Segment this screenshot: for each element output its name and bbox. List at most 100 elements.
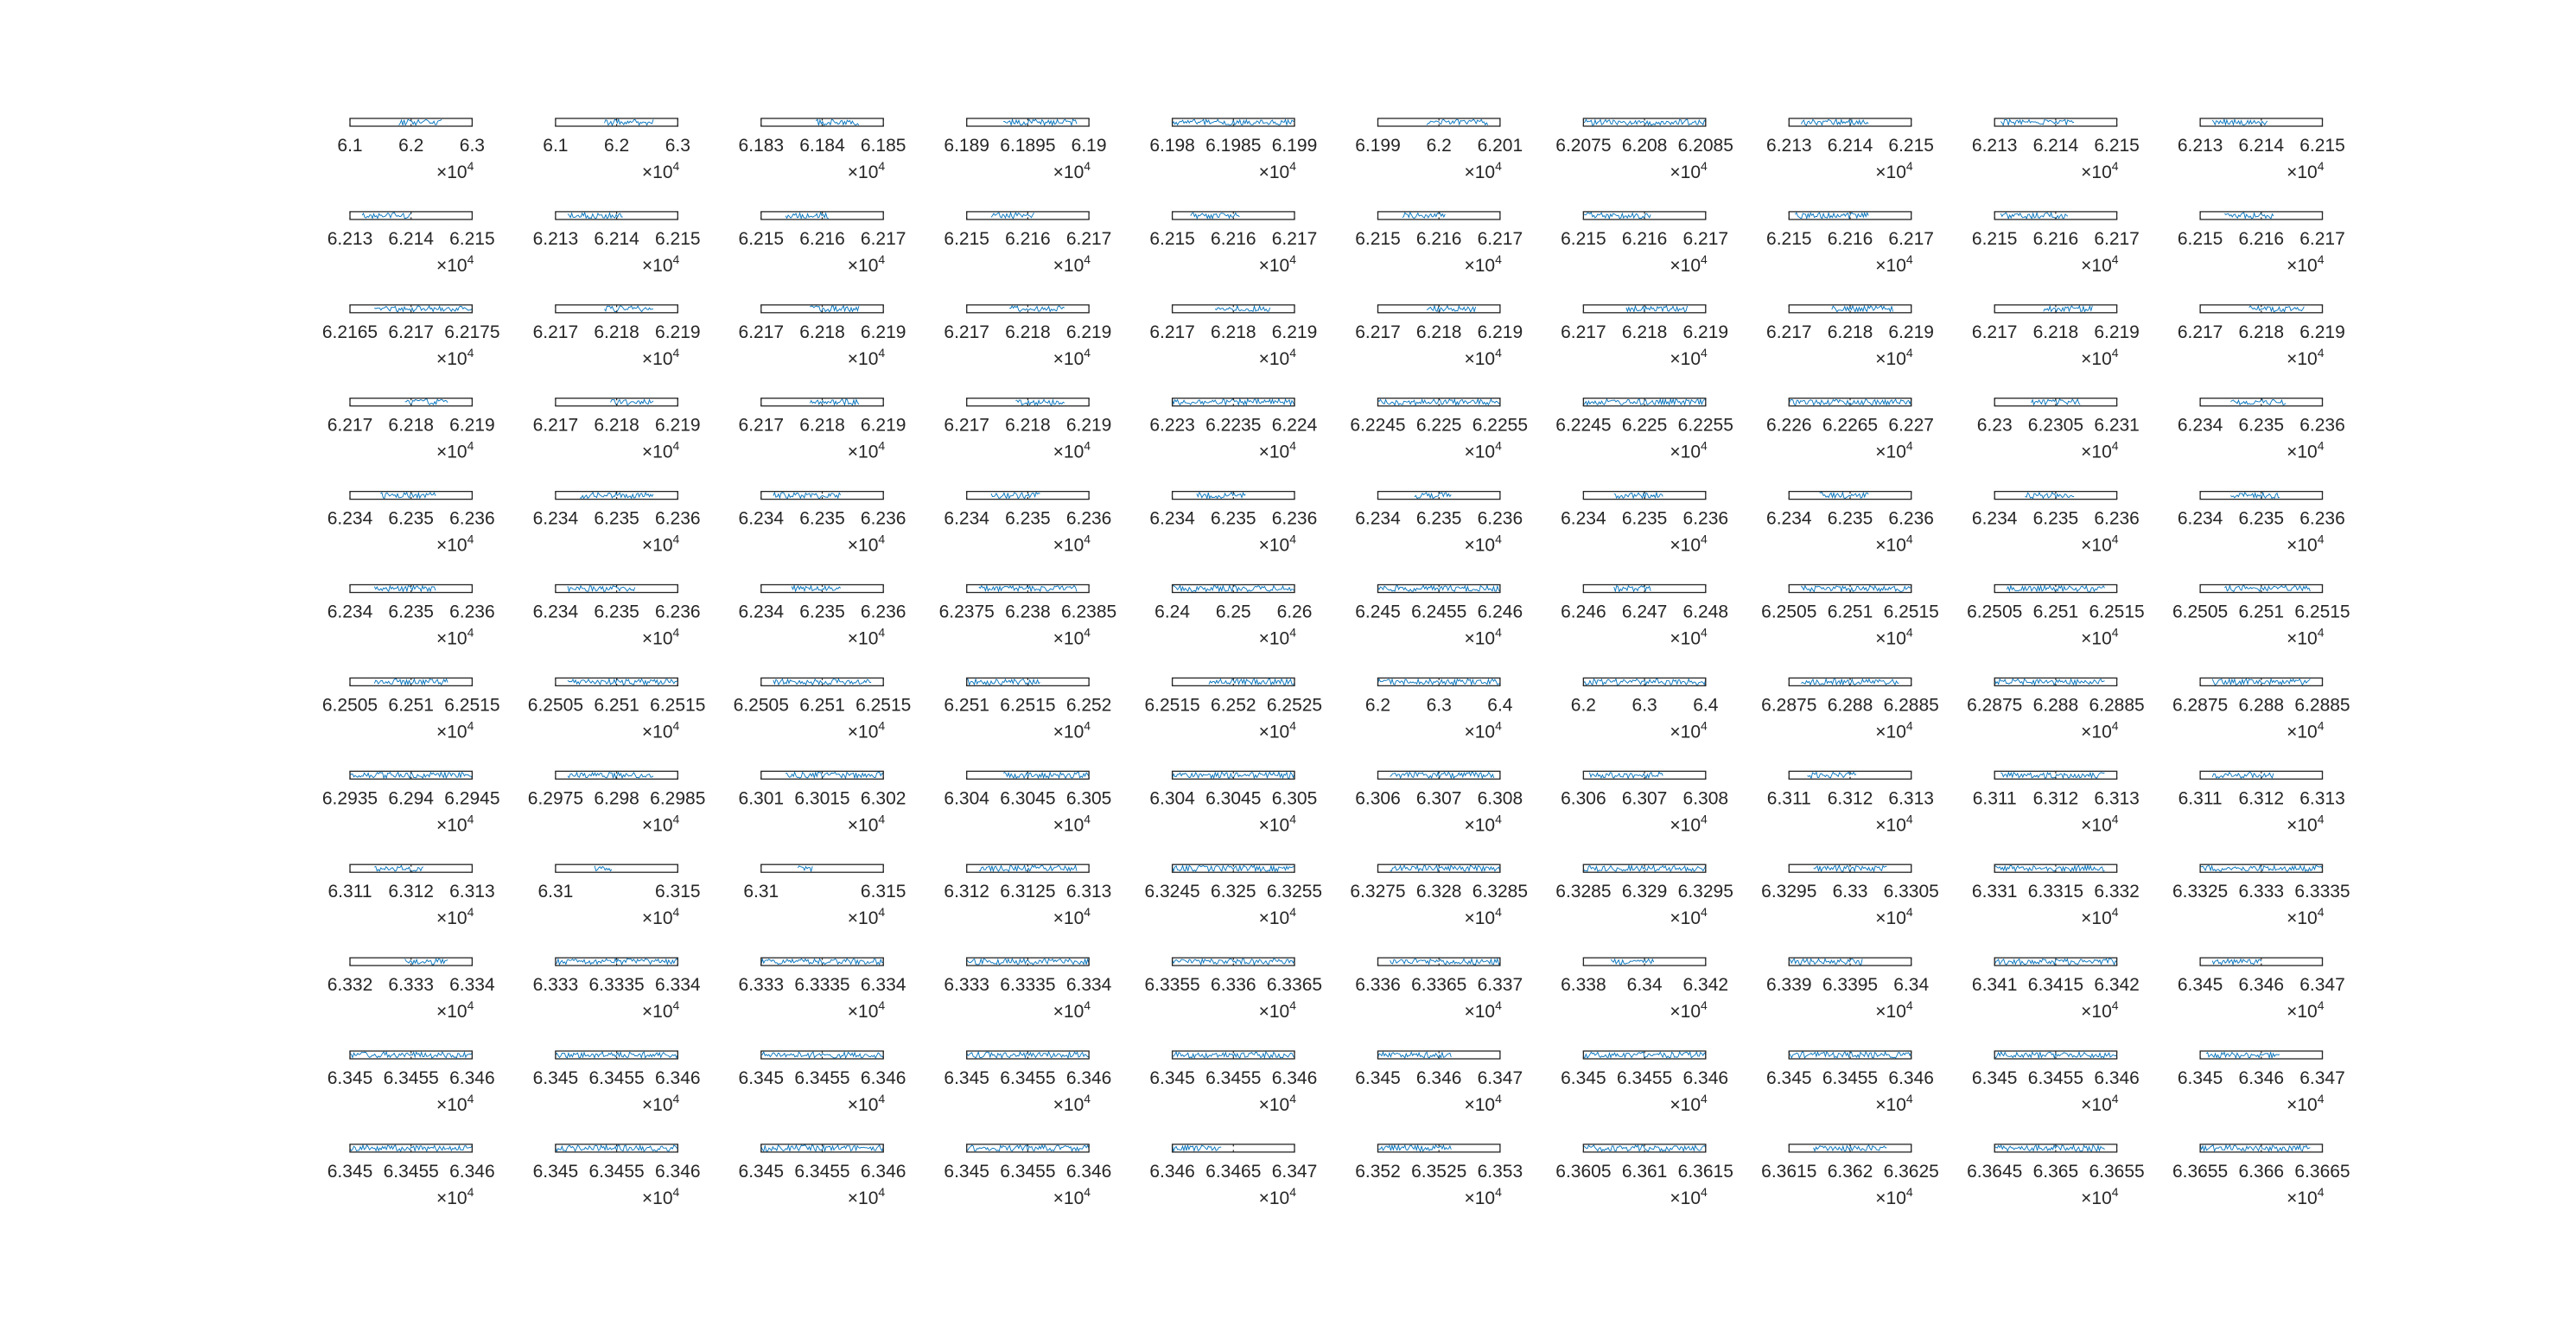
subplot-r7-c1: 6.2505 6.251 6.2515 ×104: [322, 677, 500, 742]
subplot-r5-c2: 6.234 6.235 6.236 ×104: [533, 490, 701, 556]
x-exponent-base: ×10: [436, 1188, 467, 1208]
x-exponent-base: ×10: [1053, 722, 1084, 742]
x-exponent-label: ×104: [1053, 1185, 1091, 1208]
x-tick-label: 6.224: [1272, 416, 1318, 436]
x-tick-label: 6.215: [1561, 229, 1606, 249]
axes-box: [760, 863, 884, 873]
x-tick-label: 6.2265: [1822, 416, 1878, 436]
x-exponent-label: ×104: [1875, 532, 1913, 556]
subplot-r7-c3: 6.2505 6.251 6.2515 ×104: [734, 677, 911, 742]
x-tick-label: 6.362: [1828, 1162, 1873, 1182]
data-line: [1009, 305, 1065, 313]
subplot-r4-c9: 6.23 6.2305 6.231 ×104: [1977, 398, 2140, 462]
x-tick-label: 6.225: [1416, 416, 1462, 436]
x-exponent-label: ×104: [1464, 998, 1502, 1022]
x-tick-label: 6.251: [2033, 602, 2079, 622]
x-tick-label: 6.3295: [1761, 882, 1816, 902]
x-tick-label: 6.219: [449, 416, 495, 436]
data-line: [1589, 771, 1663, 780]
x-tick-label: 6.336: [1355, 975, 1401, 995]
subplot-r11-c5: 6.345 6.3455 6.346 ×104: [1149, 1050, 1317, 1115]
x-exponent-power: 4: [1906, 718, 1913, 732]
x-tick-label: 6.218: [1416, 322, 1462, 342]
x-exponent-base: ×10: [2287, 162, 2318, 182]
x-exponent-base: ×10: [642, 722, 673, 742]
x-exponent-label: ×104: [2081, 252, 2119, 276]
x-exponent-base: ×10: [1875, 908, 1906, 928]
subplot-r4-c3: 6.217 6.218 6.219 ×104: [739, 398, 906, 462]
x-exponent-base: ×10: [1875, 629, 1906, 649]
subplot-r5-c10: 6.234 6.235 6.236 ×104: [2178, 490, 2345, 556]
x-tick-label: 6.2505: [2172, 602, 2228, 622]
x-exponent-label: ×104: [1259, 346, 1297, 369]
x-exponent-base: ×10: [436, 256, 467, 276]
x-exponent-power: 4: [2112, 1185, 2119, 1199]
x-tick-label: 6.3245: [1144, 882, 1199, 902]
x-tick-label: 6.234: [944, 509, 989, 529]
x-exponent-power: 4: [878, 159, 885, 173]
x-tick-label: 6.311: [1973, 788, 2017, 808]
x-tick-label: 6.236: [2299, 416, 2345, 436]
x-tick-label: 6.304: [944, 788, 989, 808]
data-line: [604, 118, 654, 127]
data-line: [2230, 491, 2280, 500]
x-exponent-label: ×104: [2081, 1092, 2119, 1115]
x-tick-label: 6.218: [1211, 322, 1256, 342]
x-exponent-base: ×10: [1670, 1095, 1701, 1115]
x-tick-label: 6.218: [1828, 322, 1873, 342]
x-exponent-power: 4: [467, 998, 474, 1012]
data-line: [1613, 491, 1663, 500]
x-tick-label: 6.234: [1149, 509, 1195, 529]
x-exponent-power: 4: [1084, 1185, 1091, 1199]
x-tick-label: 6.235: [2239, 509, 2285, 529]
x-tick-label: 6.352: [1355, 1162, 1401, 1182]
data-line: [1172, 1144, 1222, 1153]
x-tick-label: 6.2: [398, 136, 423, 156]
x-tick-label: 6.334: [655, 975, 701, 995]
x-tick-label: 6.199: [1355, 136, 1401, 156]
data-line: [2043, 304, 2093, 313]
x-tick-label: 6.2515: [1884, 602, 1939, 622]
x-tick-label: 6.236: [449, 602, 495, 622]
x-tick-label: 6.219: [1888, 322, 1934, 342]
x-exponent-base: ×10: [2081, 815, 2112, 835]
subplot-r2-c1: 6.213 6.214 6.215 ×104: [328, 211, 495, 276]
data-line: [1625, 304, 1689, 313]
x-tick-label: 6.328: [1416, 882, 1462, 902]
x-tick-label: 6.345: [944, 1068, 989, 1088]
data-line: [966, 678, 1040, 686]
x-tick-label: 6.3455: [1822, 1068, 1878, 1088]
x-exponent-power: 4: [2318, 439, 2325, 453]
subplot-r2-c5: 6.215 6.216 6.217 ×104: [1149, 211, 1317, 276]
x-tick-label: 6.2455: [1411, 602, 1466, 622]
x-tick-label: 6.234: [1766, 509, 1812, 529]
x-exponent-label: ×104: [1670, 346, 1708, 369]
x-exponent-power: 4: [2318, 252, 2325, 266]
x-tick-label: 6.217: [1766, 322, 1812, 342]
x-tick-label: 6.217: [739, 322, 785, 342]
x-exponent-label: ×104: [1259, 718, 1297, 742]
x-tick-label: 6.219: [1683, 322, 1729, 342]
x-exponent-power: 4: [2112, 439, 2119, 453]
x-exponent-power: 4: [1906, 439, 1913, 453]
subplot-r9-c9: 6.331 6.3315 6.332 ×104: [1972, 863, 2140, 928]
data-line: [810, 304, 860, 313]
subplot-r4-c1: 6.217 6.218 6.219 ×104: [328, 398, 495, 462]
x-exponent-power: 4: [1906, 346, 1913, 360]
x-tick-label: 6.347: [2299, 975, 2345, 995]
x-exponent-base: ×10: [436, 162, 467, 182]
x-exponent-power: 4: [673, 905, 680, 919]
subplot-r12-c6: 6.352 6.3525 6.353 ×104: [1355, 1144, 1523, 1208]
data-line: [1190, 212, 1240, 220]
x-exponent-label: ×104: [436, 1185, 474, 1208]
subplot-r11-c2: 6.345 6.3455 6.346 ×104: [533, 1050, 701, 1115]
x-tick-label: 6.215: [1149, 229, 1195, 249]
x-exponent-label: ×104: [1670, 252, 1708, 276]
x-tick-label: 6.245: [1355, 602, 1401, 622]
x-exponent-label: ×104: [848, 998, 886, 1022]
x-tick-label: 6.2255: [1678, 416, 1733, 436]
x-exponent-base: ×10: [848, 1188, 879, 1208]
subplot-r7-c9: 6.2875 6.288 6.2885 ×104: [1967, 677, 2145, 742]
x-tick-label: 6.2085: [1678, 136, 1733, 156]
x-exponent-power: 4: [1084, 159, 1091, 173]
